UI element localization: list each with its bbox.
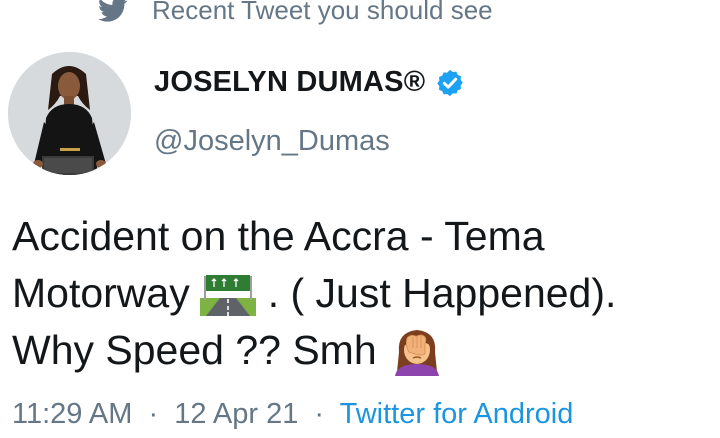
author-handle[interactable]: @Joselyn_Dumas <box>154 125 390 158</box>
twitter-bird-icon <box>98 0 128 22</box>
woman-facepalming-emoji <box>394 329 439 376</box>
tweet-line-2: Motorway . ( Just Happened). <box>12 265 718 322</box>
tweet-meta: 11:29 AM · 12 Apr 21 · Twitter for Andro… <box>12 398 573 431</box>
tweet-line-2-start: Motorway <box>12 270 190 316</box>
avatar[interactable] <box>8 52 131 175</box>
tweet-date[interactable]: 12 Apr 21 <box>174 398 298 430</box>
author-name-row[interactable]: JOSELYN DUMAS® <box>154 66 465 99</box>
context-label: Recent Tweet you should see <box>152 0 493 25</box>
tweet-time[interactable]: 11:29 AM <box>12 398 132 430</box>
tweet-line-3-text: Why Speed ?? Smh <box>12 327 377 373</box>
tweet-line-3: Why Speed ?? Smh <box>12 322 718 379</box>
tweet-line-2-end: . ( Just Happened). <box>267 270 617 316</box>
context-header: Recent Tweet you should see <box>98 0 493 30</box>
tweet-text: Accident on the Accra - Tema Motorway . … <box>12 208 718 379</box>
tweet-screenshot: Recent Tweet you should see JOSELYN DUMA… <box>0 0 720 438</box>
author-display-name[interactable]: JOSELYN DUMAS® <box>154 66 425 99</box>
verified-badge-icon <box>437 69 464 96</box>
tweet-source-link[interactable]: Twitter for Android <box>340 398 574 430</box>
tweet-line-1: Accident on the Accra - Tema <box>12 213 545 259</box>
meta-separator: · <box>148 398 159 430</box>
meta-separator: · <box>314 398 325 430</box>
motorway-emoji <box>199 271 256 316</box>
